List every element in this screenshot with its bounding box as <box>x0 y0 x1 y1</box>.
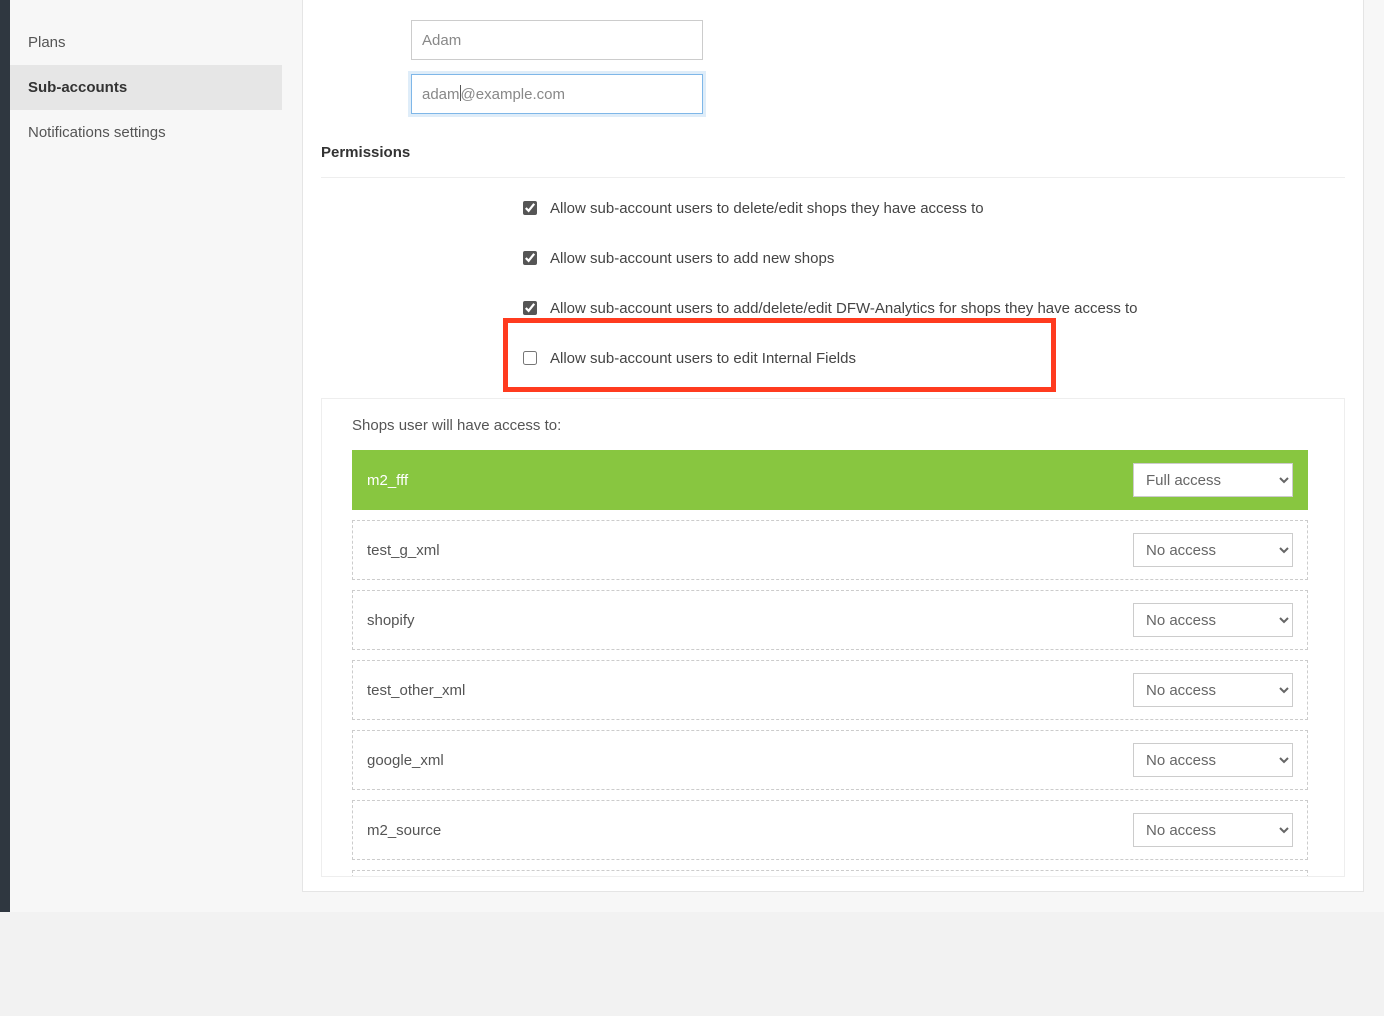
left-rail <box>0 0 10 912</box>
permission-row: Allow sub-account users to add/delete/ed… <box>519 298 1345 318</box>
access-select[interactable]: Full accessNo access <box>1133 673 1293 707</box>
shop-row[interactable]: shopify Full accessNo access <box>352 590 1308 650</box>
access-select[interactable]: Full accessNo access <box>1133 533 1293 567</box>
sidebar-item-sub-accounts[interactable]: Sub-accounts <box>10 65 282 110</box>
name-input[interactable] <box>411 20 703 60</box>
permission-checkbox[interactable] <box>523 251 537 265</box>
access-select[interactable]: Full accessNo access <box>1133 743 1293 777</box>
permission-label: Allow sub-account users to delete/edit s… <box>550 200 984 217</box>
access-select[interactable]: Full accessNo access <box>1133 813 1293 847</box>
email-input-post: @example.com <box>461 86 565 103</box>
permissions-heading: Permissions <box>321 144 1345 178</box>
shop-row[interactable]: m2_source Full accessNo access <box>352 800 1308 860</box>
shops-title: Shops user will have access to: <box>352 417 1314 434</box>
permission-checkbox[interactable] <box>523 351 537 365</box>
permissions-list: Allow sub-account users to delete/edit s… <box>519 198 1345 368</box>
shops-section: Shops user will have access to: m2_fff Fu… <box>321 398 1345 877</box>
settings-sidebar: PlansSub-accountsNotifications settings <box>10 0 282 912</box>
sidebar-item-notifications-settings[interactable]: Notifications settings <box>10 110 282 155</box>
permission-row: Allow sub-account users to edit Internal… <box>519 348 1345 368</box>
permission-label: Allow sub-account users to add new shops <box>550 250 834 267</box>
shop-name: google_xml <box>367 752 444 769</box>
shops-scroll[interactable]: m2_fff Full accessNo access test_g_xml Full… <box>352 450 1314 876</box>
email-input-pre: adam <box>422 86 460 103</box>
shop-row[interactable]: google_xml Full accessNo access <box>352 730 1308 790</box>
permission-label: Allow sub-account users to edit Internal… <box>550 350 856 367</box>
shop-name: shopify <box>367 612 415 629</box>
sidebar-item-plans[interactable]: Plans <box>10 20 282 65</box>
access-select[interactable]: Full accessNo access <box>1133 603 1293 637</box>
permission-row: Allow sub-account users to delete/edit s… <box>519 198 1345 218</box>
permission-checkbox[interactable] <box>523 301 537 315</box>
shop-row[interactable]: test_g_xml Full accessNo access <box>352 520 1308 580</box>
permission-checkbox[interactable] <box>523 201 537 215</box>
shop-name: test_g_xml <box>367 542 440 559</box>
shop-row[interactable]: test_other_xml Full accessNo access <box>352 660 1308 720</box>
permission-label: Allow sub-account users to add/delete/ed… <box>550 300 1138 317</box>
main-content: adam@example.com Permissions Allow sub-a… <box>282 0 1384 912</box>
permission-row: Allow sub-account users to add new shops <box>519 248 1345 268</box>
shop-name: test_other_xml <box>367 682 465 699</box>
shop-name: m2_source <box>367 822 441 839</box>
shop-row[interactable]: m2_fff Full accessNo access <box>352 450 1308 510</box>
email-input[interactable]: adam@example.com <box>411 74 703 114</box>
shop-row[interactable]: csv_testFull accessNo access <box>352 870 1308 876</box>
subaccount-card: adam@example.com Permissions Allow sub-a… <box>302 0 1364 892</box>
access-select[interactable]: Full accessNo access <box>1133 463 1293 497</box>
shop-name: m2_fff <box>367 472 408 489</box>
